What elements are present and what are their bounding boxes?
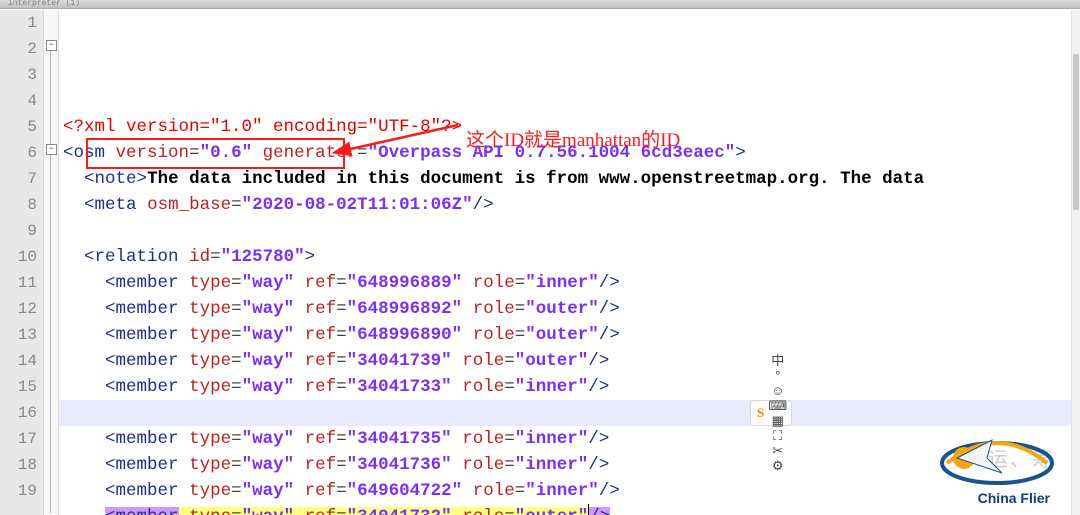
line-number-gutter: 12345678910111213141516171819	[0, 10, 44, 515]
line-number: 2	[0, 36, 37, 62]
code-line: <member type="way" ref="34041735" role="…	[63, 426, 1072, 452]
code-line: <relation id="125780">	[63, 244, 1072, 270]
vertical-scrollbar[interactable]	[1071, 10, 1080, 515]
ime-brand-icon: S	[757, 400, 764, 426]
line-number: 16	[0, 400, 37, 426]
ime-button[interactable]: ⚙	[770, 458, 785, 473]
active-tab-label[interactable]: interpreter (1)	[8, 0, 80, 8]
fold-column: − −	[44, 10, 59, 515]
line-number: 14	[0, 348, 37, 374]
line-number: 19	[0, 478, 37, 504]
code-line: <member type="way" ref="34041736" role="…	[63, 452, 1072, 478]
code-line: <meta osm_base="2020-08-02T11:01:06Z"/>	[63, 192, 1072, 218]
tab-bar: interpreter (1)	[0, 0, 1080, 9]
line-number: 8	[0, 192, 37, 218]
current-line-highlight	[59, 400, 1072, 426]
scrollbar-thumb[interactable]	[1073, 54, 1079, 210]
fold-toggle-icon[interactable]: −	[46, 144, 57, 155]
ime-toolbar[interactable]: S 中°☺⌨▦⛶✂⚙	[750, 400, 792, 426]
code-line: <member type="way" ref="648996892" role=…	[63, 296, 1072, 322]
line-number: 1	[0, 10, 37, 36]
line-number: 10	[0, 244, 37, 270]
line-number: 13	[0, 322, 37, 348]
line-number: 11	[0, 270, 37, 296]
line-number: 9	[0, 218, 37, 244]
line-number: 15	[0, 374, 37, 400]
line-number: 3	[0, 62, 37, 88]
code-line: <member type="way" ref="34041733" role="…	[63, 374, 1072, 400]
line-number: 6	[0, 140, 37, 166]
code-line: <member type="way" ref="34041739" role="…	[63, 348, 1072, 374]
line-number: 12	[0, 296, 37, 322]
code-line: <member type="way" ref="648996890" role=…	[63, 322, 1072, 348]
line-number: 7	[0, 166, 37, 192]
code-area[interactable]: <?xml version="1.0" encoding="UTF-8"?><o…	[59, 10, 1072, 515]
line-number: 5	[0, 114, 37, 140]
code-line: <member type="way" ref="648996889" role=…	[63, 270, 1072, 296]
line-number: 18	[0, 452, 37, 478]
code-editor: 12345678910111213141516171819 − − <?xml …	[0, 10, 1072, 515]
code-line	[63, 218, 1072, 244]
line-number: 17	[0, 426, 37, 452]
code-line: <note>The data included in this document…	[63, 166, 1072, 192]
line-number: 4	[0, 88, 37, 114]
code-line: <member type="way" ref="649604722" role=…	[63, 478, 1072, 504]
code-line: <member type="way" ref="34041732" role="…	[63, 504, 1072, 515]
fold-toggle-icon[interactable]: −	[46, 40, 57, 51]
annotation-text: 这个ID就是manhattan的ID	[466, 128, 680, 154]
